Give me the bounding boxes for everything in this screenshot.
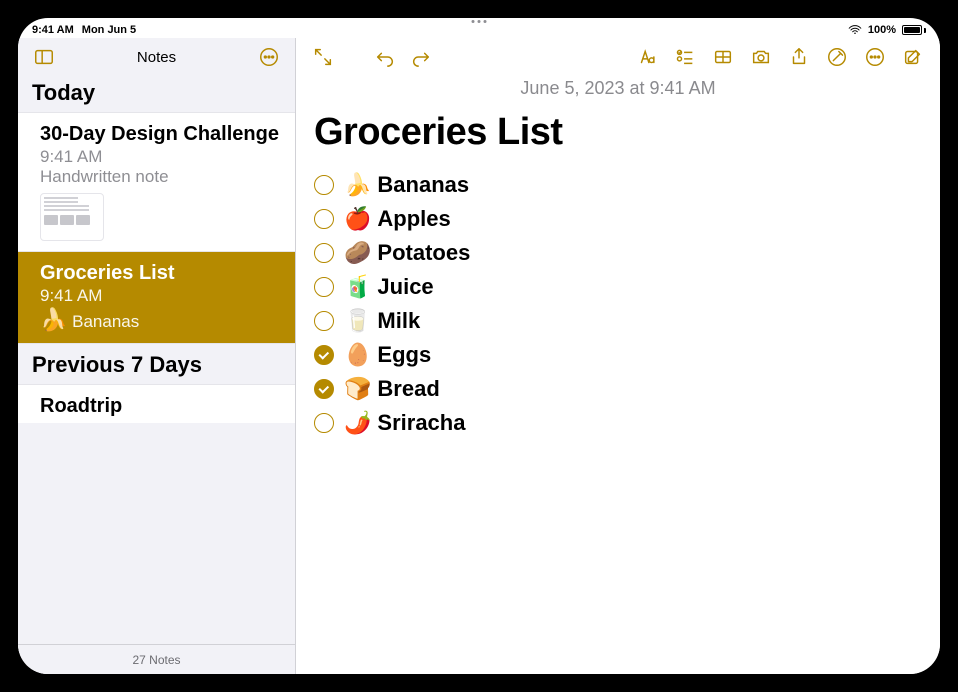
camera-button[interactable] xyxy=(744,42,778,72)
markup-button[interactable] xyxy=(820,42,854,72)
item-emoji: 🍞 xyxy=(344,376,371,402)
note-item-time: 9:41 AM xyxy=(40,286,281,306)
item-label: Juice xyxy=(377,274,433,300)
item-label: Eggs xyxy=(377,342,431,368)
redo-icon xyxy=(410,46,432,68)
status-time: 9:41 AM xyxy=(32,24,74,36)
checklist-item[interactable]: 🥛Milk xyxy=(314,308,922,334)
item-emoji: 🥛 xyxy=(344,308,371,334)
editor-toolbar xyxy=(296,38,940,76)
item-label: Milk xyxy=(377,308,420,334)
sidebar-title: Notes xyxy=(137,49,176,66)
check-circle[interactable] xyxy=(314,413,334,433)
section-header-prev7: Previous 7 Days xyxy=(18,343,295,384)
markup-icon xyxy=(826,46,848,68)
status-bar: 9:41 AM Mon Jun 5 100% xyxy=(18,18,940,38)
table-button[interactable] xyxy=(706,42,740,72)
checklist-item[interactable]: 🍌Bananas xyxy=(314,172,922,198)
notes-list[interactable]: Today 30-Day Design Challenge 9:41 AM Ha… xyxy=(18,76,295,644)
checklist-item[interactable]: 🌶️Sriracha xyxy=(314,410,922,436)
sidebar-footer: 27 Notes xyxy=(18,644,295,674)
undo-button[interactable] xyxy=(368,42,402,72)
compose-button[interactable] xyxy=(896,42,930,72)
battery-percent: 100% xyxy=(868,24,896,36)
share-icon xyxy=(788,46,810,68)
item-emoji: 🧃 xyxy=(344,274,371,300)
check-circle[interactable] xyxy=(314,175,334,195)
checklist-icon xyxy=(674,46,696,68)
sidebar-toolbar: Notes xyxy=(18,38,295,76)
checklist-item[interactable]: 🥔Potatoes xyxy=(314,240,922,266)
more-circle-icon xyxy=(864,46,886,68)
item-emoji: 🌶️ xyxy=(344,410,371,436)
expand-button[interactable] xyxy=(306,42,340,72)
item-label: Apples xyxy=(377,206,450,232)
check-circle[interactable] xyxy=(314,345,334,365)
expand-icon xyxy=(312,46,334,68)
checklist[interactable]: 🍌Bananas 🍎Apples 🥔Potatoes 🧃Juice xyxy=(296,172,940,436)
check-circle[interactable] xyxy=(314,209,334,229)
note-item-roadtrip[interactable]: Roadtrip xyxy=(18,384,295,423)
note-item-time: 9:41 AM xyxy=(40,147,281,167)
share-button[interactable] xyxy=(782,42,816,72)
sidebar-more-button[interactable] xyxy=(255,43,283,71)
item-label: Bananas xyxy=(377,172,469,198)
note-item-title: Roadtrip xyxy=(40,395,281,417)
notes-sidebar: Notes Today 30-Day Design Challenge 9:41… xyxy=(18,38,296,674)
note-item-title: Groceries List xyxy=(40,262,281,284)
checklist-button[interactable] xyxy=(668,42,702,72)
editor-more-button[interactable] xyxy=(858,42,892,72)
checklist-item[interactable]: 🍎Apples xyxy=(314,206,922,232)
checklist-item[interactable]: 🥚Eggs xyxy=(314,342,922,368)
notes-app: Notes Today 30-Day Design Challenge 9:41… xyxy=(18,38,940,674)
compose-icon xyxy=(902,46,924,68)
battery-icon xyxy=(902,25,926,35)
item-emoji: 🍌 xyxy=(344,172,371,198)
check-circle[interactable] xyxy=(314,379,334,399)
status-date: Mon Jun 5 xyxy=(82,24,136,36)
table-icon xyxy=(712,46,734,68)
section-header-today: Today xyxy=(18,76,295,112)
item-emoji: 🍎 xyxy=(344,206,371,232)
more-circle-icon xyxy=(258,46,280,68)
note-editor: June 5, 2023 at 9:41 AM Groceries List 🍌… xyxy=(296,38,940,674)
note-title[interactable]: Groceries List xyxy=(296,105,940,172)
undo-icon xyxy=(374,46,396,68)
note-item-snippet: 🍌 Bananas xyxy=(40,307,281,333)
camera-icon xyxy=(750,46,772,68)
item-label: Bread xyxy=(377,376,439,402)
note-item-groceries[interactable]: Groceries List 9:41 AM 🍌 Bananas xyxy=(18,251,295,342)
text-format-icon xyxy=(636,46,658,68)
note-item-design-challenge[interactable]: 30-Day Design Challenge 9:41 AM Handwrit… xyxy=(18,112,295,251)
check-circle[interactable] xyxy=(314,243,334,263)
item-emoji: 🥔 xyxy=(344,240,371,266)
sidebar-toggle-icon xyxy=(33,46,55,68)
item-label: Sriracha xyxy=(377,410,465,436)
checklist-item[interactable]: 🧃Juice xyxy=(314,274,922,300)
wifi-icon xyxy=(848,25,862,35)
item-emoji: 🥚 xyxy=(344,342,371,368)
ipad-device-frame: 9:41 AM Mon Jun 5 100% Notes xyxy=(0,0,958,692)
text-format-button[interactable] xyxy=(630,42,664,72)
item-label: Potatoes xyxy=(377,240,470,266)
note-thumbnail xyxy=(40,193,104,241)
note-date: June 5, 2023 at 9:41 AM xyxy=(296,76,940,105)
sidebar-toggle-button[interactable] xyxy=(30,43,58,71)
checklist-item[interactable]: 🍞Bread xyxy=(314,376,922,402)
check-circle[interactable] xyxy=(314,311,334,331)
note-item-title: 30-Day Design Challenge xyxy=(40,123,281,145)
redo-button[interactable] xyxy=(404,42,438,72)
screen: 9:41 AM Mon Jun 5 100% Notes xyxy=(18,18,940,674)
multitasking-dots[interactable] xyxy=(472,20,487,23)
check-circle[interactable] xyxy=(314,277,334,297)
note-item-snippet: Handwritten note xyxy=(40,167,281,187)
